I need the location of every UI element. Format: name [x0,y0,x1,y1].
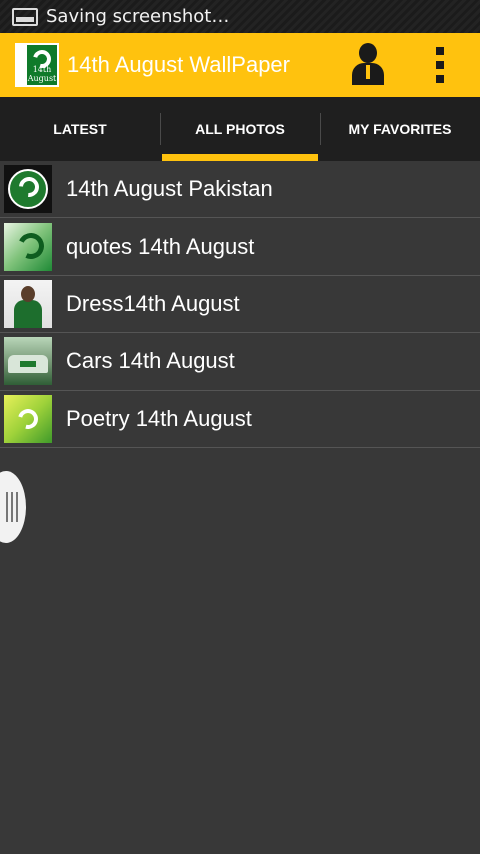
tab-my-favorites[interactable]: MY FAVORITES [320,97,480,161]
cars-thumbnail [4,337,52,386]
app-title: 14th August WallPaper [67,52,290,77]
poetry-thumbnail [4,394,52,443]
list-item-label: quotes 14th August [66,233,255,259]
status-notification-text: Saving screenshot… [46,6,230,27]
action-bar: 14th August 14th August WallPaper [0,33,480,97]
screenshot-icon [12,7,38,26]
tab-all-photos[interactable]: ALL PHOTOS [160,97,320,161]
list-item-label: Poetry 14th August [66,405,252,431]
app-logo-icon[interactable]: 14th August [15,43,59,87]
quotes-thumbnail [4,222,52,271]
list-item[interactable]: Cars 14th August [0,333,480,391]
app-logo-text: 14th August [27,65,57,83]
list-item[interactable]: 14th August Pakistan [0,161,480,219]
list-item[interactable]: Poetry 14th August [0,391,480,448]
list-item[interactable]: Dress14th August [0,276,480,334]
tab-latest[interactable]: LATEST [0,97,160,161]
status-bar: Saving screenshot… [0,0,480,33]
person-icon[interactable] [350,43,386,87]
tab-bar: LATEST ALL PHOTOS MY FAVORITES [0,97,480,161]
overflow-menu-icon[interactable] [430,47,450,83]
list-item-label: Dress14th August [66,290,240,316]
dress-thumbnail [4,279,52,328]
pakistan-flag-thumbnail [4,165,52,214]
list-item-label: 14th August Pakistan [66,176,273,202]
category-list: 14th August Pakistan quotes 14th August … [0,161,480,448]
list-item-label: Cars 14th August [66,348,235,374]
drawer-handle-icon[interactable] [0,471,26,543]
list-item[interactable]: quotes 14th August [0,218,480,276]
